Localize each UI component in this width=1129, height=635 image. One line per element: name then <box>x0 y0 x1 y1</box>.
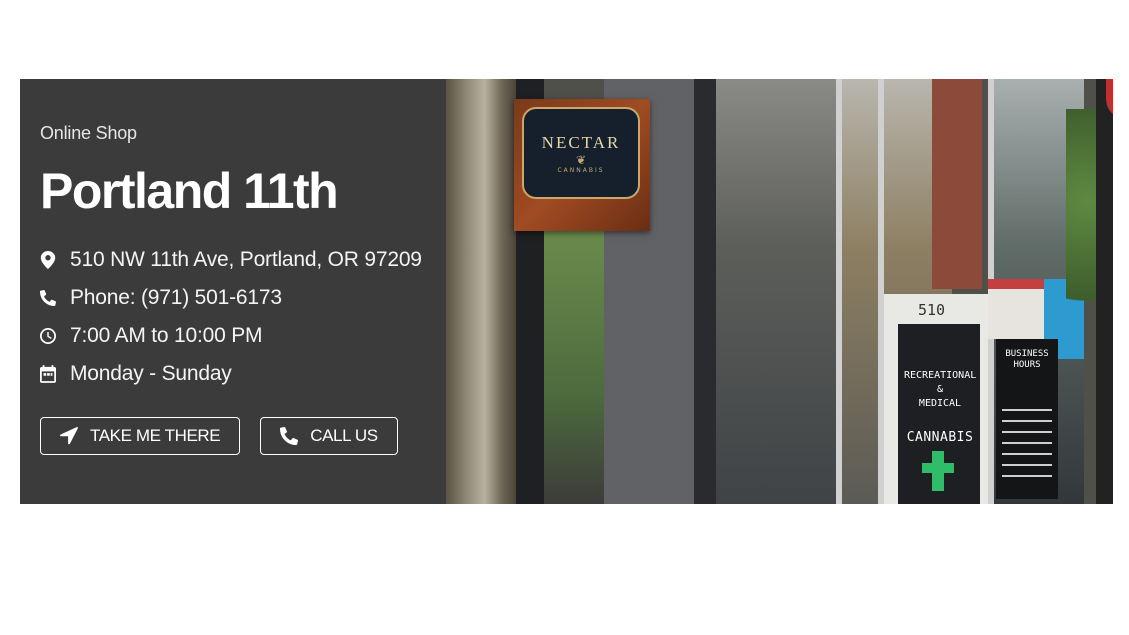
days-text: Monday - Sunday <box>70 362 232 385</box>
store-card: Online Shop Portland 11th 510 NW 11th Av… <box>20 79 1113 504</box>
store-details: 510 NW 11th Ave, Portland, OR 97209 Phon… <box>40 241 446 393</box>
call-us-button[interactable]: CALL US <box>260 417 398 455</box>
phone-text: Phone: (971) 501-6173 <box>70 286 282 309</box>
clock-icon <box>40 327 56 345</box>
address-text: 510 NW 11th Ave, Portland, OR 97209 <box>70 248 422 271</box>
take-me-there-button[interactable]: TAKE ME THERE <box>40 417 241 455</box>
hours-text: 7:00 AM to 10:00 PM <box>70 324 263 347</box>
store-eyebrow: Online Shop <box>40 123 137 143</box>
location-arrow-icon <box>60 427 78 445</box>
tree-trunk <box>446 79 516 504</box>
storefront-photo: 510 RECREATIONAL & MEDICAL CANNABIS BUSI… <box>446 79 1113 504</box>
store-info-panel: Online Shop Portland 11th 510 NW 11th Av… <box>20 79 446 504</box>
map-marker-icon <box>40 251 56 269</box>
calendar-icon <box>40 365 56 383</box>
door-lettering: RECREATIONAL & MEDICAL CANNABIS <box>904 370 977 445</box>
address-row: 510 NW 11th Ave, Portland, OR 97209 <box>40 241 446 279</box>
phone-icon <box>280 427 299 445</box>
leaf-icon: ❦ <box>575 152 587 167</box>
days-row: Monday - Sunday <box>40 355 446 393</box>
hours-row: 7:00 AM to 10:00 PM <box>40 317 446 355</box>
call-us-label: CALL US <box>310 426 378 445</box>
phone-row: Phone: (971) 501-6173 <box>40 279 446 317</box>
sign-name: NECTAR <box>541 132 621 152</box>
door-number: 510 <box>918 301 946 319</box>
phone-icon <box>40 289 56 307</box>
nectar-sign: NECTAR ❦ CANNABIS <box>514 99 650 231</box>
action-buttons: TAKE ME THERE CALL US <box>40 417 446 455</box>
take-me-there-label: TAKE ME THERE <box>90 426 221 445</box>
window <box>716 79 836 504</box>
store-title: Portland 11th <box>40 163 339 219</box>
